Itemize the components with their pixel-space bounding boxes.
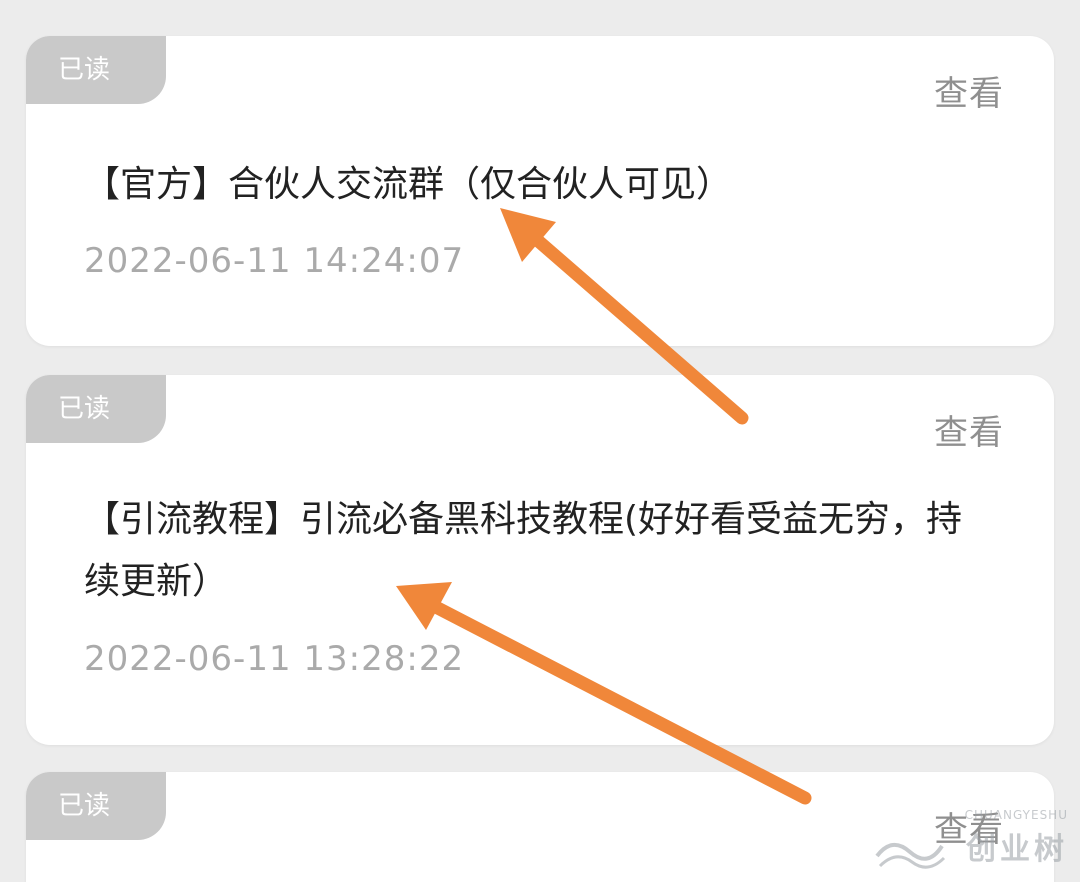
message-title: 【官方】合伙人交流群（仅合伙人可见） [84, 164, 733, 205]
watermark-subtext: CHUANGYESHU [964, 808, 1068, 822]
message-list-page: 已读 查看 【官方】合伙人交流群（仅合伙人可见） 2022-06-11 14:2… [0, 0, 1080, 882]
message-card[interactable]: 已读 查看 【官方】合伙人交流群（仅合伙人可见） 2022-06-11 14:2… [26, 36, 1054, 346]
read-badge: 已读 [26, 772, 166, 840]
watermark-logo: CHUANGYESHU 创业树 [872, 804, 1072, 876]
read-badge: 已读 [26, 36, 166, 104]
message-card[interactable]: 已读 查看 【引流教程】引流必备黑科技教程(好好看受益无穷，持续更新） 2022… [26, 375, 1054, 745]
message-timestamp: 2022-06-11 14:24:07 [84, 241, 465, 281]
read-badge: 已读 [26, 375, 166, 443]
watermark-text: 创业树 [966, 832, 1068, 867]
message-timestamp: 2022-06-11 13:28:22 [84, 639, 465, 679]
view-button[interactable]: 查看 [934, 66, 1004, 115]
view-button[interactable]: 查看 [934, 405, 1004, 454]
message-title: 【引流教程】引流必备黑科技教程(好好看受益无穷，持续更新） [84, 499, 963, 602]
watermark-wave-icon [875, 843, 946, 869]
